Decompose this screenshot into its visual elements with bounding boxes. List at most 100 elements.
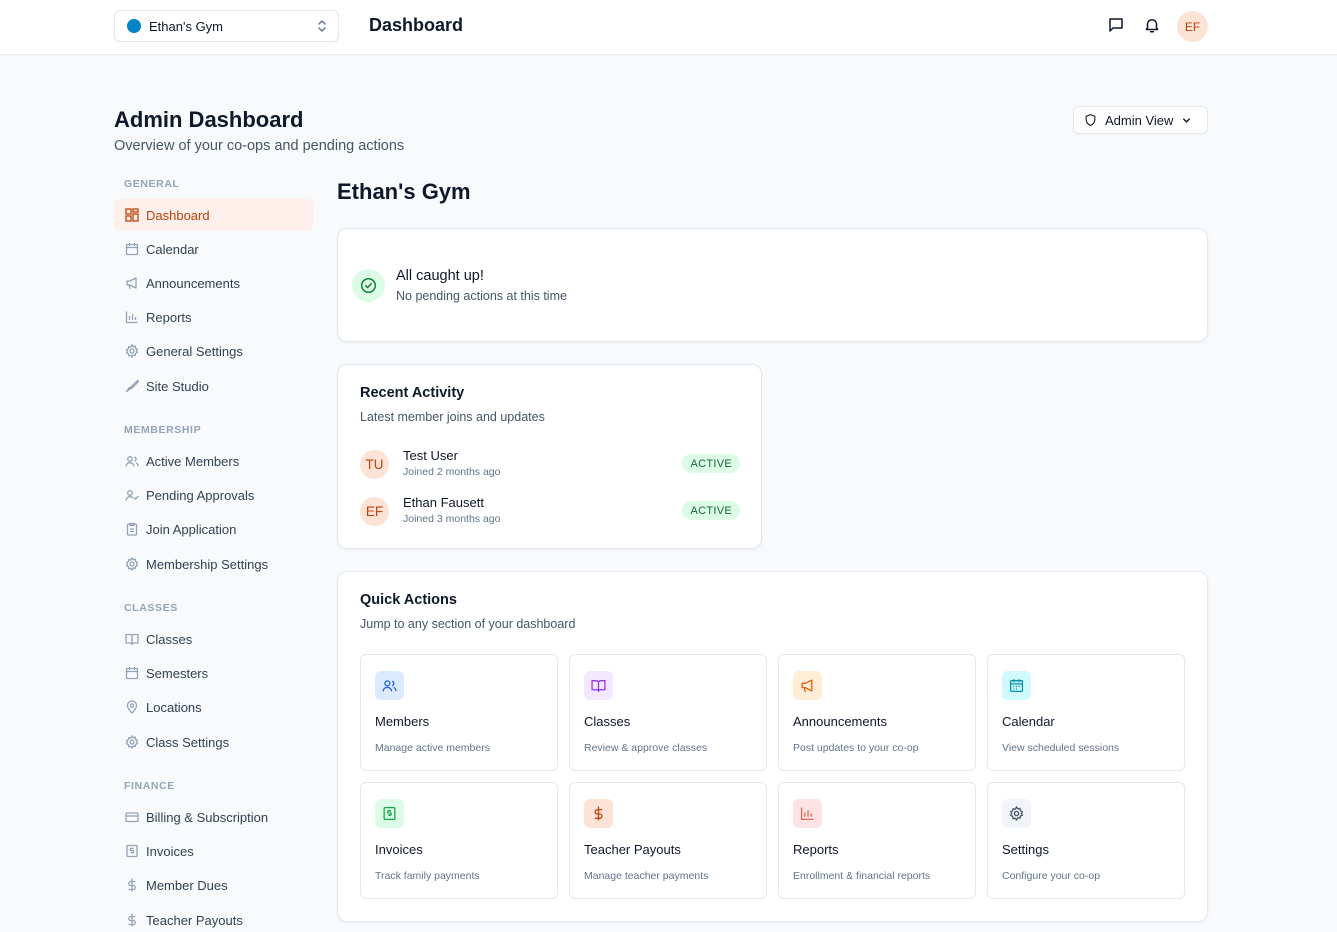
message-icon[interactable] [1107,16,1125,34]
caught-up-subtitle: No pending actions at this time [396,289,567,303]
sidebar-item-class-settings[interactable]: Class Settings [114,726,313,758]
sidebar-section-general: GENERAL [124,178,180,190]
quick-action-teacher-payouts[interactable]: Teacher Payouts Manage teacher payments [569,782,767,899]
sidebar-item-semesters[interactable]: Semesters [114,657,313,689]
dollar-icon [584,799,613,828]
sidebar-item-label: Calendar [146,241,199,257]
megaphone-icon [793,671,822,700]
caught-up-title: All caught up! [396,268,484,284]
sidebar-item-membership-settings[interactable]: Membership Settings [114,548,313,580]
avatar: TU [360,450,389,479]
sidebar-item-calendar[interactable]: Calendar [114,233,313,265]
quick-action-title: Classes [584,714,631,729]
sidebar-item-label: Semesters [146,665,209,681]
invoice-icon [375,799,404,828]
sidebar-section-classes: CLASSES [124,602,178,614]
admin-view-dropdown[interactable]: Admin View [1073,106,1208,134]
dollar-icon [125,913,139,927]
caught-up-card: All caught up! No pending actions at thi… [337,228,1208,342]
chevron-down-icon [1181,115,1192,126]
megaphone-icon [125,276,139,290]
activity-timestamp: Joined 2 months ago [403,466,501,478]
sidebar-item-classes[interactable]: Classes [114,623,313,655]
page-subtitle: Overview of your co-ops and pending acti… [114,138,405,154]
sidebar-item-label: Member Dues [146,877,228,893]
chart-icon [125,310,139,324]
sidebar-item-dashboard[interactable]: Dashboard [114,199,313,231]
page-title: Admin Dashboard [114,107,304,132]
quick-action-desc: Review & approve classes [584,742,708,754]
sidebar-item-label: Membership Settings [146,556,269,572]
sidebar-item-label: Billing & Subscription [146,809,269,825]
activity-timestamp: Joined 3 months ago [403,513,501,525]
quick-action-title: Teacher Payouts [584,842,681,857]
quick-action-desc: Track family payments [375,870,480,882]
sidebar-item-label: Class Settings [146,734,230,750]
quick-actions-subtitle: Jump to any section of your dashboard [360,617,576,631]
sidebar-item-teacher-payouts[interactable]: Teacher Payouts [114,904,313,932]
dollar-icon [125,878,139,892]
sidebar-item-locations[interactable]: Locations [114,691,313,723]
sidebar-item-billing[interactable]: Billing & Subscription [114,801,313,833]
quick-action-desc: Manage teacher payments [584,870,709,882]
activity-item[interactable]: TU Test User Joined 2 months ago ACTIVE [360,448,740,482]
sidebar-item-site-studio[interactable]: Site Studio [114,370,313,402]
users-icon [375,671,404,700]
quick-action-announcements[interactable]: Announcements Post updates to your co-op [778,654,976,771]
top-bar: Ethan's Gym Dashboard EF [0,0,1337,55]
sidebar-item-label: Site Studio [146,378,209,394]
sidebar-item-invoices[interactable]: Invoices [114,835,313,867]
activity-item[interactable]: EF Ethan Fausett Joined 3 months ago ACT… [360,495,740,529]
org-switcher-label: Ethan's Gym [149,18,224,34]
recent-activity-title: Recent Activity [360,385,465,401]
quick-action-title: Announcements [793,714,887,729]
quick-actions-title: Quick Actions [360,592,457,608]
credit-card-icon [125,810,139,824]
quick-action-title: Reports [793,842,839,857]
check-circle-icon [352,269,385,302]
sidebar-item-reports[interactable]: Reports [114,301,313,333]
shield-icon [1084,113,1097,127]
sidebar-item-general-settings[interactable]: General Settings [114,335,313,367]
sidebar-item-active-members[interactable]: Active Members [114,445,313,477]
calendar-icon [1002,671,1031,700]
status-badge: ACTIVE [682,501,740,520]
calendar-icon [125,666,139,680]
quick-action-desc: Post updates to your co-op [793,742,919,754]
bell-icon[interactable] [1143,16,1161,34]
quick-action-members[interactable]: Members Manage active members [360,654,558,771]
quick-actions-card: Quick Actions Jump to any section of you… [337,571,1208,922]
sidebar-item-label: Invoices [146,843,194,859]
quick-action-invoices[interactable]: Invoices Track family payments [360,782,558,899]
sidebar-section-membership: MEMBERSHIP [124,424,202,436]
dashboard-icon [125,208,139,222]
quick-action-desc: Configure your co-op [1002,870,1101,882]
sidebar-item-join-application[interactable]: Join Application [114,513,313,545]
quick-action-settings[interactable]: Settings Configure your co-op [987,782,1185,899]
quick-action-title: Members [375,714,430,729]
gear-icon [125,735,139,749]
sidebar-item-announcements[interactable]: Announcements [114,267,313,299]
sidebar-item-member-dues[interactable]: Member Dues [114,869,313,901]
sidebar-item-label: General Settings [146,343,243,359]
sidebar-item-label: Pending Approvals [146,487,255,503]
brush-icon [125,379,139,393]
quick-action-title: Invoices [375,842,423,857]
quick-action-desc: Enrollment & financial reports [793,870,931,882]
recent-activity-subtitle: Latest member joins and updates [360,410,545,424]
sidebar-item-label: Reports [146,309,192,325]
activity-name: Ethan Fausett [403,495,484,510]
activity-name: Test User [403,448,458,463]
sidebar-item-label: Active Members [146,453,240,469]
quick-action-calendar[interactable]: Calendar View scheduled sessions [987,654,1185,771]
sidebar-item-label: Dashboard [146,207,210,223]
quick-action-reports[interactable]: Reports Enrollment & financial reports [778,782,976,899]
sidebar-item-pending-approvals[interactable]: Pending Approvals [114,479,313,511]
recent-activity-card: Recent Activity Latest member joins and … [337,364,762,549]
sidebar-item-label: Announcements [146,275,240,291]
gear-icon [125,557,139,571]
quick-action-classes[interactable]: Classes Review & approve classes [569,654,767,771]
clipboard-icon [125,522,139,536]
org-switcher[interactable]: Ethan's Gym [114,10,339,42]
user-avatar[interactable]: EF [1177,11,1208,42]
